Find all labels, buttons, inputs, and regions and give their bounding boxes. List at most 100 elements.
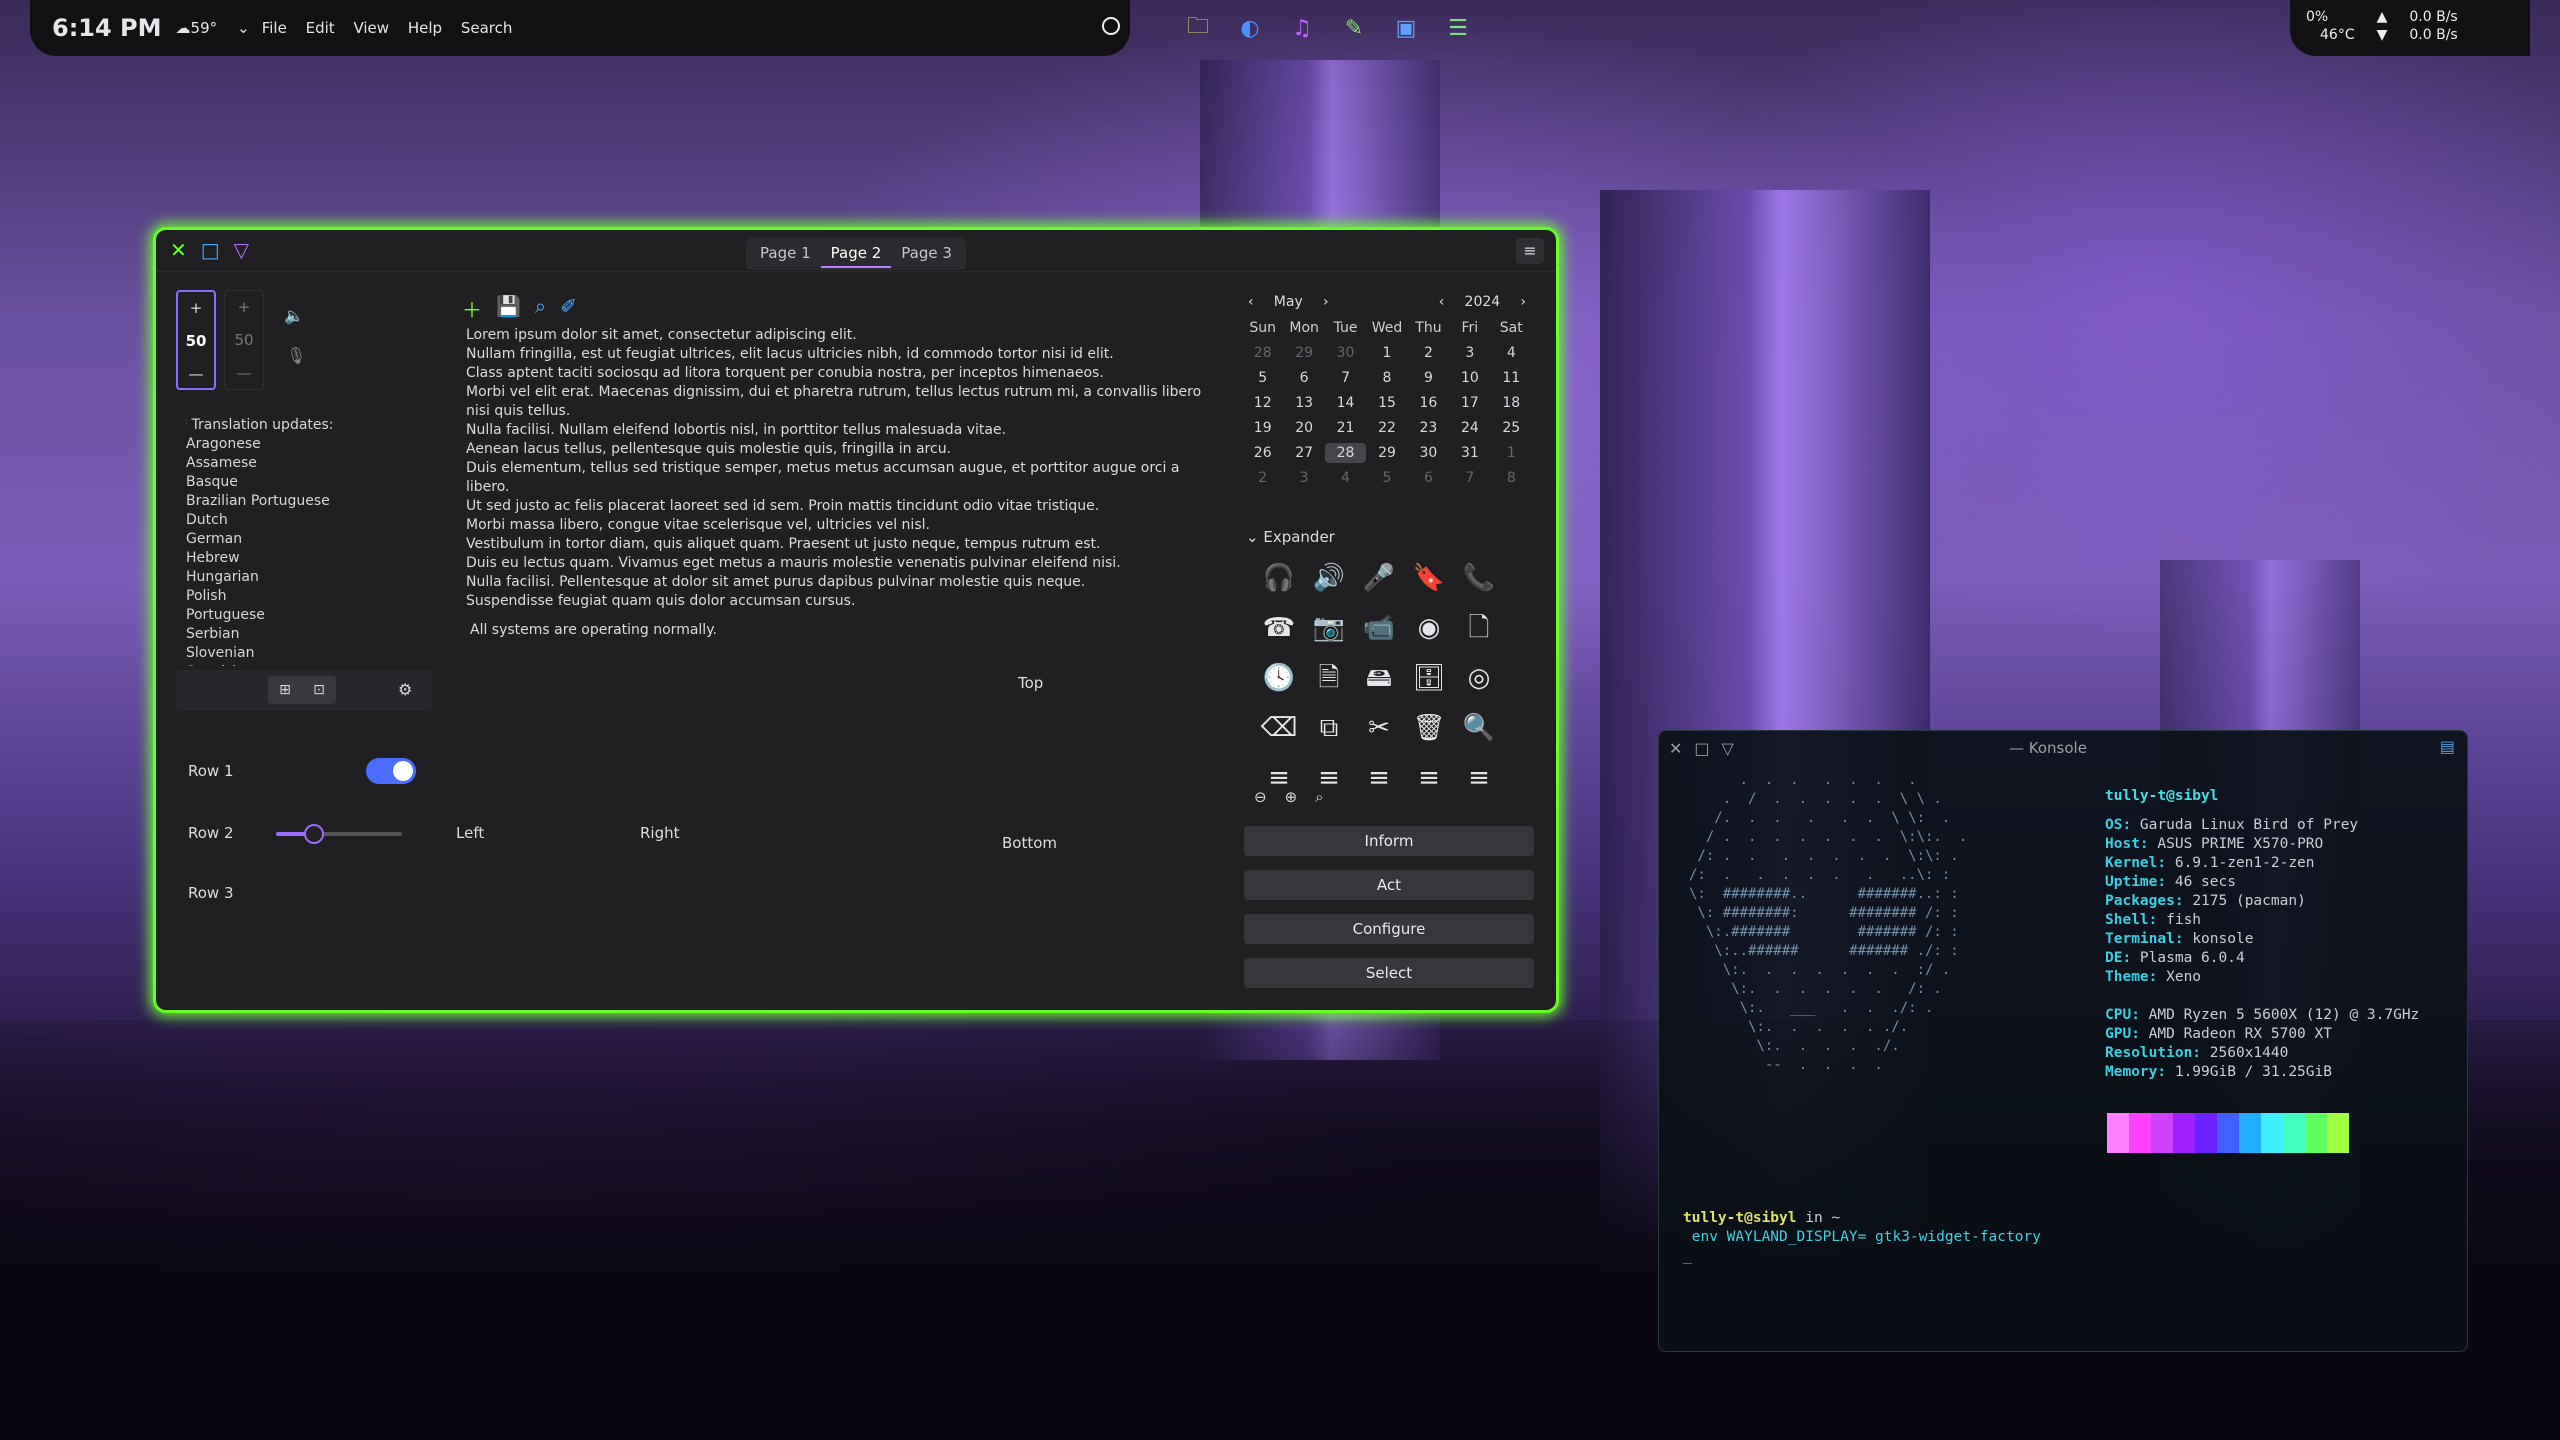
increment-button[interactable]: + [178, 292, 214, 325]
calendar-day[interactable]: 25 [1491, 418, 1532, 438]
menu-view[interactable]: View [353, 19, 389, 37]
calendar-day[interactable]: 7 [1449, 468, 1490, 488]
backspace-icon[interactable]: ⌫ [1254, 710, 1304, 746]
settings-icon[interactable]: ⚙ [398, 680, 412, 699]
overview-button[interactable] [1102, 17, 1120, 35]
menu-file[interactable]: File [262, 19, 287, 37]
calendar-day[interactable]: 2 [1408, 343, 1449, 363]
menu-edit[interactable]: Edit [306, 19, 335, 37]
chevron-down-icon[interactable]: ⌄ [237, 19, 250, 37]
configure-button[interactable]: Configure [1244, 914, 1534, 944]
weather-temp[interactable]: 59° [191, 19, 218, 37]
calendar-day[interactable]: 17 [1449, 393, 1490, 413]
calendar-day[interactable]: 29 [1366, 443, 1407, 463]
scissors-icon[interactable]: ✂ [1354, 710, 1404, 746]
calendar-day[interactable]: 1 [1366, 343, 1407, 363]
volume-icon[interactable]: 🔈 [284, 306, 304, 325]
calendar-day[interactable]: 30 [1408, 443, 1449, 463]
clock-icon[interactable]: 🕓 [1254, 660, 1304, 696]
calendar-day[interactable]: 31 [1449, 443, 1490, 463]
phone-outgoing-icon[interactable]: ☎ [1254, 610, 1304, 646]
close-icon[interactable]: ✕ [1669, 739, 1682, 758]
minimize-icon[interactable]: ▽ [234, 240, 249, 260]
zoom-out-icon[interactable]: ⊖ [1254, 788, 1267, 806]
calendar-day[interactable]: 16 [1408, 393, 1449, 413]
optical-disc-icon[interactable]: ◎ [1454, 660, 1504, 696]
speaker-icon[interactable]: 🔊 [1304, 560, 1354, 596]
calendar-day[interactable]: 11 [1491, 368, 1532, 388]
document-icon[interactable]: 🗎 [1304, 660, 1354, 696]
calendar-day[interactable]: 20 [1283, 418, 1324, 438]
calendar-day[interactable]: 15 [1366, 393, 1407, 413]
terminal-menu-icon[interactable]: ▤ [2440, 737, 2455, 756]
zoom-in-icon[interactable]: ⊕ [1285, 788, 1298, 806]
calendar-day[interactable]: 24 [1449, 418, 1490, 438]
calendar-day[interactable]: 5 [1242, 368, 1283, 388]
close-icon[interactable]: ✕ [170, 240, 187, 260]
calendar-day[interactable]: 19 [1242, 418, 1283, 438]
edit-icon[interactable]: ✐ [560, 294, 577, 323]
next-year-icon[interactable]: › [1520, 294, 1526, 310]
calendar-day[interactable]: 26 [1242, 443, 1283, 463]
act-button[interactable]: Act [1244, 870, 1534, 900]
webcam-icon[interactable]: ◉ [1404, 610, 1454, 646]
drive-icon[interactable]: 🗄 [1404, 660, 1454, 696]
tab-page-2[interactable]: Page 2 [820, 240, 892, 268]
shell-prompt[interactable]: tully-t@sibyl in ~ env WAYLAND_DISPLAY= … [1683, 1209, 2041, 1266]
calendar-day[interactable]: 13 [1283, 393, 1324, 413]
search-icon[interactable]: ⌕ [535, 294, 546, 323]
calendar-day[interactable]: 4 [1491, 343, 1532, 363]
menu-search[interactable]: Search [461, 19, 513, 37]
phone-incoming-icon[interactable]: 📞 [1454, 560, 1504, 596]
harddisk-icon[interactable]: 🖴 [1354, 660, 1404, 696]
calendar-day[interactable]: 6 [1408, 468, 1449, 488]
camera-icon[interactable]: 📷 [1304, 610, 1354, 646]
maximize-icon[interactable]: □ [201, 240, 220, 260]
menu-help[interactable]: Help [408, 19, 442, 37]
trash-icon[interactable]: 🗑 [1404, 710, 1454, 746]
slider-handle[interactable] [303, 824, 324, 844]
list-icon[interactable]: ☰ [1440, 12, 1476, 44]
calendar-day[interactable]: 28 [1242, 343, 1283, 363]
image-view-icon[interactable]: ⊡ [313, 682, 325, 698]
calendar-day[interactable]: 1 [1491, 443, 1532, 463]
prev-month-icon[interactable]: ‹ [1248, 294, 1254, 310]
calendar-day[interactable]: 2 [1242, 468, 1283, 488]
notes-icon[interactable]: ✎ [1336, 12, 1372, 44]
find-document-icon[interactable]: 🔍 [1454, 710, 1504, 746]
calendar-day[interactable]: 4 [1325, 468, 1366, 488]
net-monitor[interactable]: 0.0 B/s 0.0 B/s [2409, 8, 2457, 48]
select-button[interactable]: Select [1244, 958, 1534, 988]
justify-right-icon[interactable]: ≡ [1404, 760, 1454, 796]
tab-page-1[interactable]: Page 1 [750, 240, 821, 268]
calendar-day[interactable]: 8 [1491, 468, 1532, 488]
prev-year-icon[interactable]: ‹ [1439, 294, 1445, 310]
calendar-day[interactable]: 23 [1408, 418, 1449, 438]
screen-icon[interactable]: ▣ [1388, 12, 1424, 44]
spin-value[interactable]: 50 [178, 325, 214, 358]
text-view[interactable]: Lorem ipsum dolor sit amet, consectetur … [466, 326, 1206, 611]
video-camera-icon[interactable]: 📹 [1354, 610, 1404, 646]
calendar-day[interactable]: 18 [1491, 393, 1532, 413]
row-1-switch[interactable] [366, 758, 416, 784]
new-document-icon[interactable]: 🗋 [1454, 610, 1504, 646]
calendar-day[interactable]: 5 [1366, 468, 1407, 488]
copy-icon[interactable]: ⧉ [1304, 710, 1354, 746]
next-month-icon[interactable]: › [1323, 294, 1329, 310]
bookmark-icon[interactable]: 🔖 [1404, 560, 1454, 596]
calendar-day[interactable]: 3 [1283, 468, 1324, 488]
calendar-day[interactable]: 9 [1408, 368, 1449, 388]
vertical-spinbutton[interactable]: + 50 — [176, 290, 216, 390]
cpu-monitor[interactable]: 0% 46°C [2306, 8, 2355, 48]
calendar-day[interactable]: 7 [1325, 368, 1366, 388]
grid-view-icon[interactable]: ⊞ [279, 682, 291, 698]
calendar-day[interactable]: 6 [1283, 368, 1324, 388]
maximize-icon[interactable]: □ [1694, 739, 1709, 758]
calendar-day[interactable]: 10 [1449, 368, 1490, 388]
zoom-fit-icon[interactable]: ⌕ [1315, 788, 1323, 806]
decrement-button[interactable]: — [178, 358, 214, 391]
calendar-day[interactable]: 29 [1283, 343, 1324, 363]
calendar-day[interactable]: 21 [1325, 418, 1366, 438]
save-icon[interactable]: 💾 [496, 294, 521, 323]
calendar-day[interactable]: 28 [1324, 443, 1367, 463]
